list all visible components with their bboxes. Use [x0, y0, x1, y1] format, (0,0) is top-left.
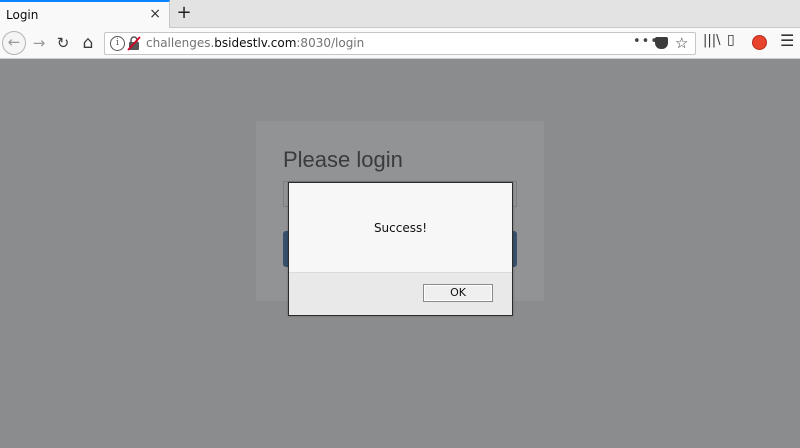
info-icon[interactable]: i — [110, 36, 125, 51]
back-button[interactable]: ← — [2, 31, 26, 55]
home-button[interactable]: ⌂ — [77, 32, 99, 54]
navigation-toolbar: ← → ↻ ⌂ i challenges.bsidestlv.com:8030/… — [0, 28, 800, 59]
sidebar-icon[interactable]: ▯ — [727, 32, 735, 48]
url-prefix: challenges. — [146, 36, 215, 50]
new-tab-button[interactable]: + — [174, 2, 194, 24]
url-host: bsidestlv.com — [214, 36, 297, 50]
bookmark-star-icon[interactable]: ☆ — [675, 34, 688, 52]
reload-button[interactable]: ↻ — [52, 32, 74, 54]
alert-dialog: Success! OK — [288, 182, 513, 316]
ok-button[interactable]: OK — [423, 284, 493, 302]
tab-close-icon[interactable]: × — [149, 6, 161, 22]
forward-button[interactable]: → — [28, 32, 50, 54]
library-icon[interactable]: |||\ — [703, 33, 721, 48]
menu-icon[interactable]: ☰ — [780, 31, 794, 50]
url-bar[interactable]: i challenges.bsidestlv.com:8030/login ••… — [104, 32, 696, 55]
insecure-lock-icon[interactable] — [127, 36, 141, 51]
url-suffix: :8030/login — [296, 36, 365, 50]
tab-login[interactable]: Login × — [0, 0, 170, 28]
tab-strip: Login × + — [0, 0, 800, 28]
pocket-icon[interactable] — [655, 37, 668, 49]
dialog-footer: OK — [289, 272, 512, 315]
dialog-message: Success! — [373, 221, 428, 235]
tab-title: Login — [6, 8, 39, 22]
extension-icon[interactable] — [752, 35, 767, 50]
login-heading: Please login — [283, 147, 403, 172]
url-text[interactable]: challenges.bsidestlv.com:8030/login — [146, 36, 364, 50]
